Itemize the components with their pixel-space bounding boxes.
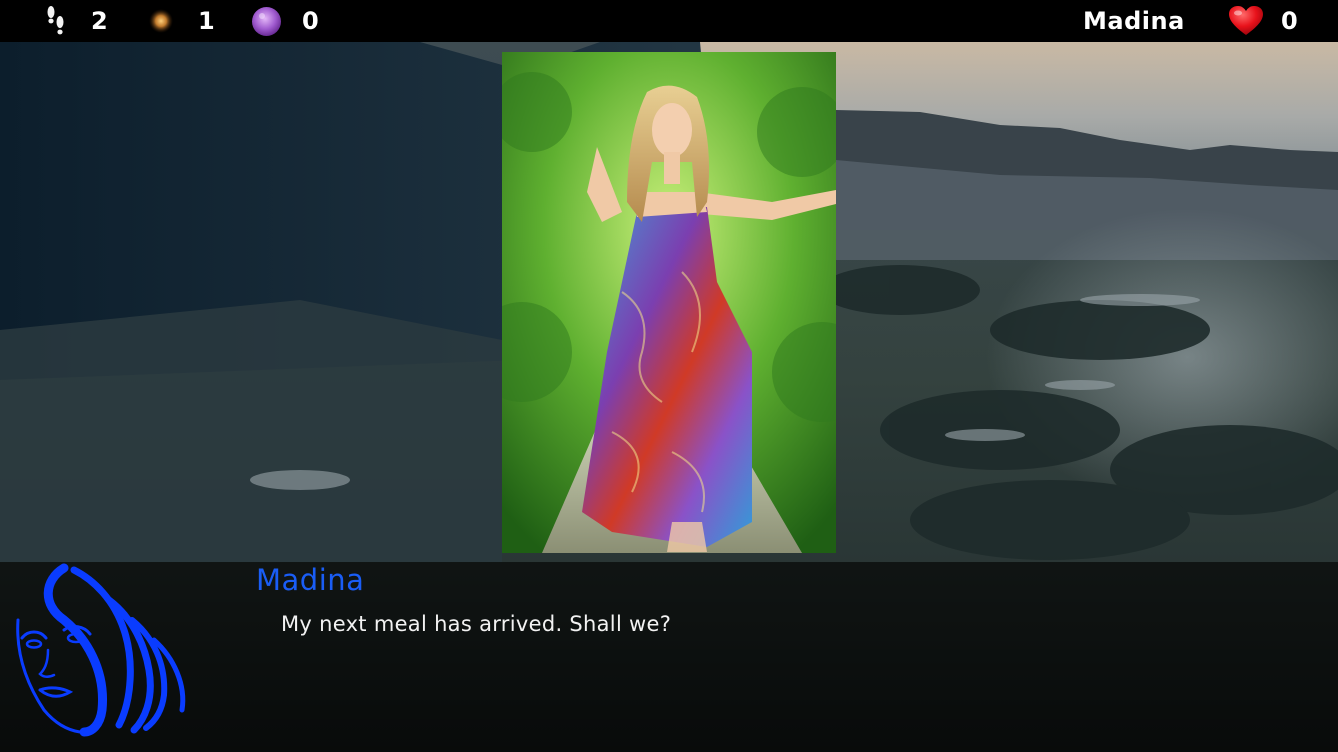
footsteps-icon	[45, 5, 67, 37]
character-side-image	[14, 560, 196, 738]
steps-count: 2	[91, 7, 108, 35]
character-portrait	[502, 52, 836, 553]
energy-stat: 1	[148, 0, 215, 42]
dialog-text: My next meal has arrived. Shall we?	[281, 612, 672, 636]
dialog-box[interactable]	[0, 562, 1338, 752]
top-status-bar: 2 1 0 Madina 0	[0, 0, 1338, 42]
speaker-name: Madina	[256, 563, 365, 597]
magic-count: 0	[302, 7, 319, 35]
purple-orb-icon	[251, 6, 282, 37]
heart-icon	[1228, 5, 1264, 37]
character-name: Madina	[1083, 7, 1185, 35]
affection-stat: 0	[1228, 0, 1298, 42]
affection-count: 0	[1281, 7, 1298, 35]
steps-stat: 2	[45, 0, 108, 42]
sun-orb-icon	[148, 8, 174, 34]
energy-count: 1	[198, 7, 215, 35]
magic-stat: 0	[251, 0, 319, 42]
